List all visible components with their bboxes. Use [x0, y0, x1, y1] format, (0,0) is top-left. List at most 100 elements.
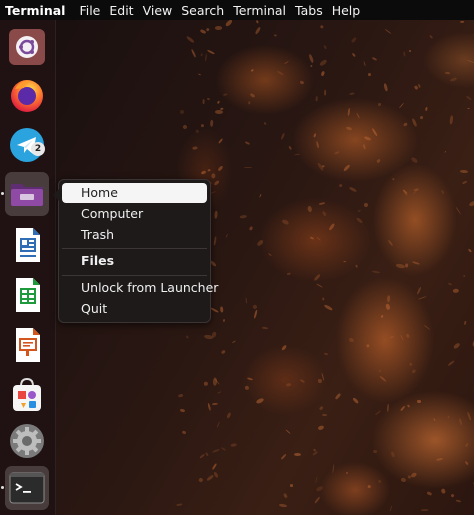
wallpaper-leaf	[384, 28, 392, 35]
wallpaper-leaf	[317, 378, 322, 383]
menu-item-unlock-from-launcher[interactable]: Unlock from Launcher	[62, 278, 218, 298]
wallpaper-leaf	[420, 508, 429, 511]
wallpaper-leaf	[323, 352, 329, 356]
menu-edit[interactable]: Edit	[109, 3, 133, 18]
wallpaper-leaf	[299, 80, 305, 85]
wallpaper-leaf	[215, 26, 223, 30]
wallpaper-leaf	[419, 115, 423, 120]
wallpaper-leaf	[349, 92, 355, 96]
dock-firefox[interactable]	[5, 73, 49, 117]
menu-view[interactable]: View	[143, 3, 173, 18]
wallpaper-leaf	[338, 183, 343, 188]
wallpaper-leaf	[249, 92, 256, 98]
menu-item-trash[interactable]: Trash	[62, 225, 207, 245]
wallpaper-leaf	[213, 179, 220, 186]
wallpaper-leaf	[281, 344, 288, 351]
wallpaper-leaf	[207, 97, 211, 101]
wallpaper-leaf	[250, 68, 255, 73]
menu-item-home[interactable]: Home	[62, 183, 207, 203]
wallpaper-leaf	[410, 156, 418, 164]
telegram-badge: 2	[31, 142, 45, 156]
wallpaper-leaf	[428, 35, 434, 40]
menu-search[interactable]: Search	[181, 3, 224, 18]
wallpaper-leaf	[464, 320, 468, 325]
wallpaper-leaf	[245, 141, 251, 145]
wallpaper-leaf	[197, 73, 202, 76]
wallpaper-leaf	[365, 343, 370, 349]
wallpaper-leaf	[177, 393, 183, 399]
dock-libreoffice-writer[interactable]	[5, 223, 49, 267]
wallpaper-leaf	[220, 306, 224, 313]
wallpaper-leaf	[405, 263, 409, 268]
active-app-name[interactable]: Terminal	[5, 3, 65, 18]
wallpaper-leaf	[446, 359, 455, 367]
wallpaper-leaf	[449, 76, 457, 83]
wallpaper-leaf	[367, 72, 371, 77]
wallpaper-leaf	[363, 202, 369, 208]
wallpaper-leaf	[465, 442, 469, 447]
wallpaper-leaf	[371, 127, 378, 137]
wallpaper-leaf	[252, 309, 258, 320]
wallpaper-leaf	[379, 369, 382, 373]
dock-terminal[interactable]	[5, 466, 49, 510]
wallpaper-leaf	[407, 474, 412, 479]
wallpaper-leaf	[204, 381, 209, 387]
wallpaper-leaf	[258, 193, 262, 198]
wallpaper-leaf	[461, 179, 467, 185]
menu-file[interactable]: File	[79, 3, 100, 18]
wallpaper-leaf	[316, 141, 320, 150]
libreoffice-impress-icon	[16, 328, 40, 362]
menu-item-computer[interactable]: Computer	[62, 204, 207, 224]
menu-tabs[interactable]: Tabs	[295, 3, 323, 18]
dock-settings[interactable]	[5, 419, 49, 463]
menu-help[interactable]: Help	[332, 3, 361, 18]
wallpaper-leaf	[231, 340, 236, 344]
wallpaper-leaf	[323, 304, 333, 311]
wallpaper-leaf	[377, 479, 382, 484]
wallpaper-leaf	[317, 424, 325, 431]
wallpaper-leaf	[206, 49, 215, 55]
wallpaper-leaf	[374, 409, 381, 416]
wallpaper-leaf	[411, 369, 417, 375]
wallpaper-leaf	[324, 89, 327, 96]
wallpaper-leaf	[205, 451, 209, 456]
wallpaper-leaf	[410, 471, 418, 478]
wallpaper-leaf	[252, 303, 258, 310]
terminal-running-indicator	[1, 486, 4, 489]
wallpaper-leaf	[389, 505, 393, 512]
dock-ubuntu-software[interactable]	[5, 25, 49, 69]
wallpaper-leaf	[468, 248, 473, 253]
dock-app-center[interactable]	[5, 372, 49, 416]
wallpaper-leaf	[446, 416, 450, 420]
wallpaper-leaf	[343, 163, 352, 172]
wallpaper-leaf	[466, 411, 472, 421]
dock-libreoffice-calc[interactable]	[5, 273, 49, 317]
dock-files[interactable]	[5, 172, 49, 216]
files-folder-icon	[11, 184, 43, 206]
wallpaper-leaf	[371, 270, 381, 274]
wallpaper-leaf	[222, 93, 228, 97]
wallpaper-leaf	[220, 350, 226, 355]
wallpaper-leaf	[466, 59, 474, 64]
dock-libreoffice-impress[interactable]	[5, 323, 49, 367]
wallpaper-leaf	[423, 324, 431, 331]
menu-item-quit[interactable]: Quit	[62, 299, 207, 319]
wallpaper-leaf	[211, 173, 216, 179]
wallpaper-leaf	[267, 252, 272, 256]
wallpaper-leaf	[316, 283, 324, 288]
wallpaper-leaf	[230, 443, 237, 447]
wallpaper-leaf	[281, 218, 290, 225]
wallpaper-leaf	[280, 453, 287, 460]
wallpaper-leaf	[355, 216, 364, 224]
wallpaper-leaf	[406, 404, 411, 408]
menu-terminal[interactable]: Terminal	[233, 3, 286, 18]
wallpaper-leaf	[452, 341, 461, 350]
wallpaper-leaf	[402, 122, 408, 128]
wallpaper-leaf	[310, 236, 315, 240]
wallpaper-leaf	[424, 107, 428, 112]
wallpaper-leaf	[287, 272, 292, 276]
wallpaper-leaf	[400, 477, 407, 482]
wallpaper-leaf	[206, 402, 212, 412]
wallpaper-leaf	[322, 297, 325, 300]
menu-item-files[interactable]: Files	[62, 251, 207, 271]
